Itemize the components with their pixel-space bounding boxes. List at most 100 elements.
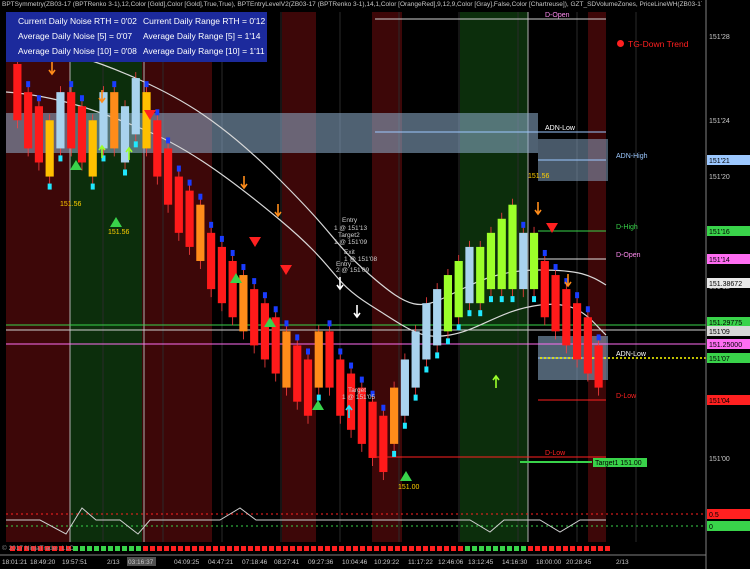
renko-brick: [476, 246, 485, 304]
time-tick-label: 18:00:00: [536, 559, 562, 566]
trend-dot: [553, 264, 558, 271]
histogram-bar: [290, 546, 295, 551]
histogram-bar: [423, 546, 428, 551]
arrow-down-icon: [274, 204, 282, 218]
price-marker-label: 151.38672: [709, 281, 742, 288]
indicator-header: BPTSymmetry(ZB03-17 (BPTRenko 3-1),12,Co…: [2, 1, 702, 8]
renko-brick: [400, 359, 409, 416]
renko-brick: [228, 260, 237, 318]
histogram-bar: [199, 546, 204, 551]
stat-avg-range-5: Average Daily Range [5] = 1'14: [143, 31, 261, 41]
trend-dot: [241, 264, 246, 271]
level-label: D-Low: [545, 450, 566, 457]
renko-brick: [368, 401, 377, 458]
trend-dot: [284, 320, 289, 327]
renko-brick: [411, 331, 420, 388]
time-tick-label: 08:27:41: [274, 559, 300, 566]
renko-brick: [163, 148, 173, 205]
histogram-bar: [304, 546, 309, 551]
renko-brick: [346, 373, 356, 430]
annotation-price: 151.56: [528, 173, 550, 180]
trend-dot: [499, 296, 504, 303]
session-band: [70, 12, 142, 542]
renko-brick: [250, 289, 259, 346]
histogram-bar: [171, 546, 176, 551]
renko-brick: [174, 176, 183, 233]
renko-brick: [260, 303, 270, 360]
trend-dot: [230, 249, 235, 256]
session-band: [142, 12, 212, 542]
renko-brick: [45, 120, 54, 177]
renko-brick: [336, 359, 345, 416]
annotation-price: 151.56: [108, 229, 130, 236]
renko-brick: [217, 246, 226, 304]
trend-dot: [402, 422, 407, 429]
time-tick-label: 10:04:46: [342, 559, 368, 566]
trend-dot: [219, 235, 224, 242]
price-tick-label: 151'24: [709, 118, 730, 125]
histogram-bar: [395, 546, 400, 551]
histogram-bar: [262, 546, 267, 551]
renko-chart[interactable]: D-Open ADN-Low ADN-High D-High D-Open ADN-Low…: [0, 0, 750, 569]
histogram-bar: [458, 546, 463, 551]
trend-dot: [478, 310, 483, 317]
arrow-down-icon: [240, 176, 248, 190]
histogram-bar: [150, 546, 155, 551]
renko-brick: [131, 78, 140, 135]
histogram-bar: [234, 546, 239, 551]
histogram-bar: [115, 546, 120, 551]
price-marker-label: 151'04: [709, 398, 730, 405]
trade-note: 2 @ 151'09: [336, 267, 370, 274]
histogram-bar: [451, 546, 456, 551]
histogram-bar: [129, 546, 134, 551]
time-tick-label: 13:12:45: [468, 559, 494, 566]
trend-dot: [79, 95, 84, 102]
renko-brick: [120, 106, 130, 163]
renko-brick: [293, 345, 302, 402]
renko-brick: [24, 92, 33, 149]
price-axis: 151'28151'24151'20151'16151'12151'08151'…: [705, 0, 750, 569]
histogram-bar: [416, 546, 421, 551]
noise-range-stats: Current Daily Noise RTH = 0'02 Current D…: [6, 12, 267, 62]
level-label: D-Open: [545, 12, 570, 19]
histogram-bar: [178, 546, 183, 551]
trend-dot: [209, 221, 214, 228]
trend-dot: [166, 137, 171, 144]
renko-brick: [88, 120, 97, 177]
time-tick-label: 18:01:21: [2, 559, 28, 566]
stat-avg-noise-5: Average Daily Noise [5] = 0'07: [18, 31, 133, 41]
price-marker: [707, 521, 750, 531]
renko-brick: [443, 275, 453, 332]
annotation-price: 151.00: [398, 484, 420, 491]
histogram-bar: [598, 546, 603, 551]
level-label: D-Open: [616, 252, 641, 259]
trend-dot: [596, 334, 601, 341]
time-axis: 18:01:21 18:49:20 19:57:51 2/13 03:16:37 04:0…: [0, 554, 706, 566]
trend-dot: [359, 376, 364, 383]
trend-dot: [488, 296, 493, 303]
level-label: D-High: [616, 224, 638, 231]
time-tick-label: 10:29:22: [374, 559, 400, 566]
renko-brick: [34, 106, 43, 163]
histogram-bar: [374, 546, 379, 551]
time-tick-label: 11:17:22: [408, 559, 433, 566]
price-marker-label: 151'16: [709, 229, 730, 236]
histogram-bar: [255, 546, 260, 551]
renko-brick: [56, 92, 65, 149]
renko-brick: [486, 232, 496, 290]
renko-brick: [497, 218, 506, 290]
renko-brick: [153, 120, 162, 177]
renko-brick: [465, 246, 474, 304]
time-tick-label: 04:09:25: [174, 559, 200, 566]
price-marker-label: 0: [709, 524, 713, 531]
histogram-bar: [164, 546, 169, 551]
histogram-bar: [535, 546, 540, 551]
renko-brick: [110, 92, 119, 149]
annotation-price: 151.56: [60, 201, 82, 208]
time-tick-label: 04:47:21: [208, 559, 234, 566]
histogram-bar: [409, 546, 414, 551]
renko-brick: [562, 289, 571, 346]
trend-dot: [435, 352, 440, 359]
histogram-bar: [297, 546, 302, 551]
trend-dot: [467, 310, 472, 317]
